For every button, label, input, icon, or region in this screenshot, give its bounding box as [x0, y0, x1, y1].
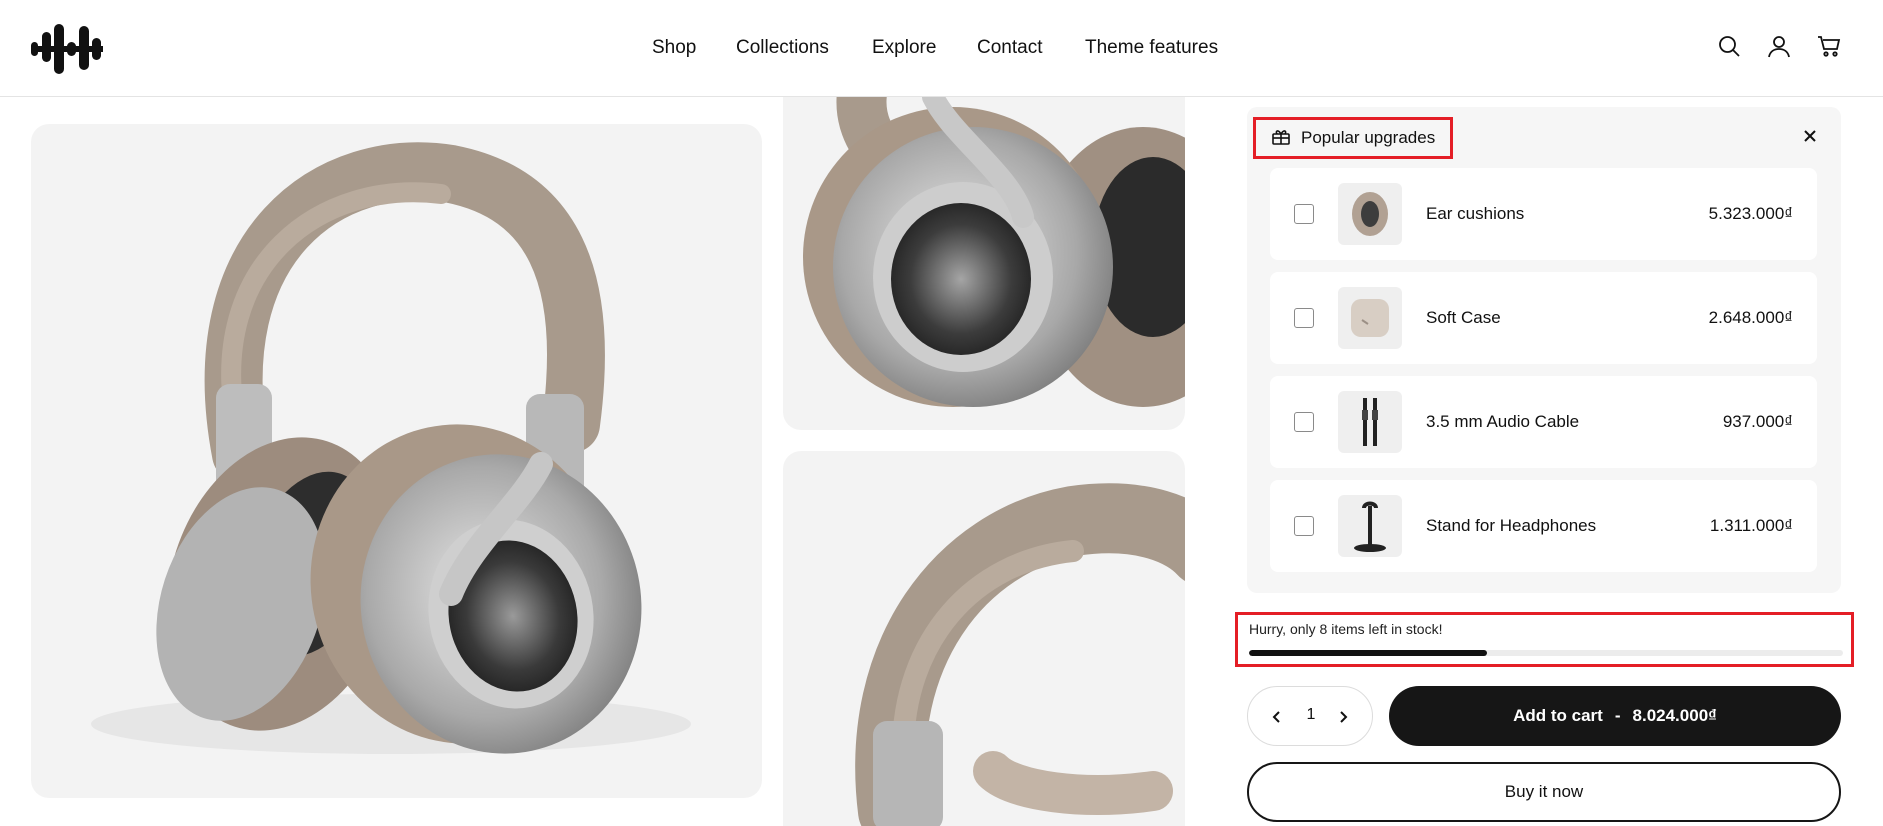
- nav-explore[interactable]: Explore: [872, 37, 936, 59]
- upgrade-item: Stand for Headphones 1.311.000₫: [1270, 480, 1817, 572]
- upgrade-item: Soft Case 2.648.000₫: [1270, 272, 1817, 364]
- popular-upgrades-title: Popular upgrades: [1301, 128, 1436, 147]
- nav-contact[interactable]: Contact: [977, 37, 1042, 59]
- stock-progress-fill: [1249, 650, 1487, 656]
- upgrade-price: 937.000₫: [1722, 412, 1793, 431]
- buy-now-button[interactable]: Buy it now: [1247, 762, 1841, 822]
- upgrade-name: Stand for Headphones: [1426, 516, 1597, 535]
- upgrade-checkbox[interactable]: [1294, 516, 1314, 536]
- upgrade-checkbox[interactable]: [1294, 308, 1314, 328]
- upgrade-price: 5.323.000₫: [1708, 204, 1793, 223]
- site-header: Shop Collections Explore Contact Theme f…: [0, 0, 1883, 97]
- headphones-main-image[interactable]: [31, 124, 762, 798]
- nav-shop[interactable]: Shop: [652, 37, 696, 59]
- nav-collections[interactable]: Collections: [736, 37, 829, 59]
- upgrade-item: Ear cushions 5.323.000₫: [1270, 168, 1817, 260]
- ear-cushion-thumb: [1338, 183, 1402, 245]
- search-icon[interactable]: [1715, 32, 1743, 60]
- chevron-left-icon[interactable]: [1266, 706, 1288, 728]
- upgrade-price: 1.311.000₫: [1709, 516, 1793, 535]
- headphone-stand-thumb: [1338, 495, 1402, 557]
- soft-case-thumb: [1338, 287, 1402, 349]
- gift-icon: [1271, 126, 1291, 151]
- upgrade-checkbox[interactable]: [1294, 204, 1314, 224]
- upgrade-name: Soft Case: [1426, 308, 1501, 327]
- quantity-value[interactable]: 1: [1296, 706, 1326, 724]
- upgrade-item: 3.5 mm Audio Cable 937.000₫: [1270, 376, 1817, 468]
- chevron-right-icon[interactable]: [1332, 706, 1354, 728]
- upgrade-name: Ear cushions: [1426, 204, 1525, 223]
- main-nav: Shop Collections Explore Contact Theme f…: [0, 0, 1883, 97]
- upgrade-checkbox[interactable]: [1294, 412, 1314, 432]
- nav-theme-features[interactable]: Theme features: [1085, 37, 1218, 59]
- account-icon[interactable]: [1765, 32, 1793, 60]
- upgrade-price: 2.648.000₫: [1708, 308, 1793, 327]
- cart-icon[interactable]: [1815, 32, 1843, 60]
- headphones-earcup-image[interactable]: [783, 97, 1185, 430]
- quantity-stepper: 1: [1247, 686, 1373, 746]
- upgrade-name: 3.5 mm Audio Cable: [1426, 412, 1580, 431]
- close-icon[interactable]: [1800, 126, 1820, 146]
- add-to-cart-label: Add to cart: [1513, 706, 1603, 725]
- popular-upgrades-header: Popular upgrades: [1253, 117, 1453, 159]
- stock-progress-bar: [1249, 650, 1843, 656]
- price-separator: -: [1614, 706, 1621, 725]
- headphones-headband-image[interactable]: [783, 451, 1185, 826]
- stock-indicator: Hurry, only 8 items left in stock!: [1235, 612, 1854, 667]
- buy-now-label: Buy it now: [1504, 782, 1584, 801]
- add-to-cart-button[interactable]: Add to cart - 8.024.000₫: [1389, 686, 1841, 746]
- audio-cable-thumb: [1338, 391, 1402, 453]
- add-to-cart-price: 8.024.000₫: [1632, 706, 1717, 725]
- stock-message: Hurry, only 8 items left in stock!: [1249, 621, 1443, 637]
